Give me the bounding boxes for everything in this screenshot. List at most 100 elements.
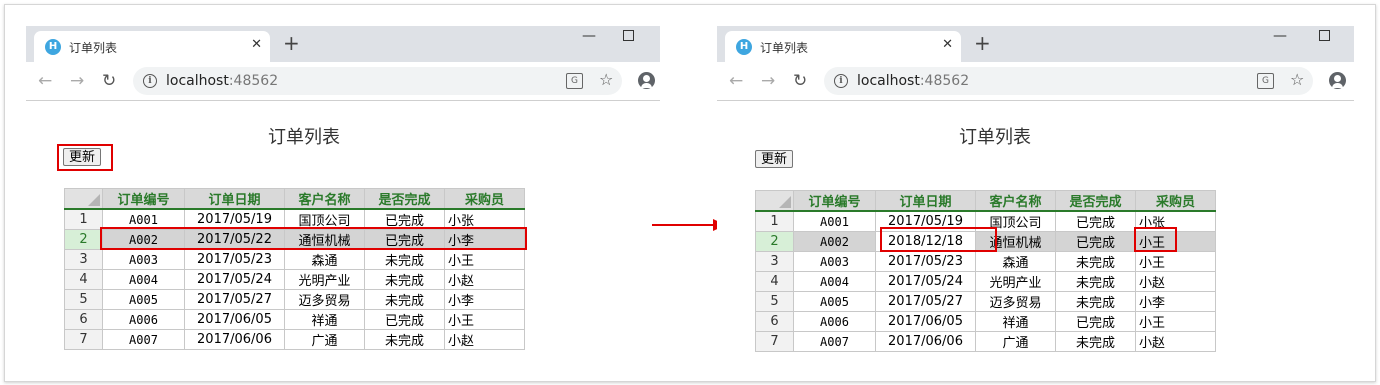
table-row[interactable]: 6 A006 2017/06/05 祥通 已完成 小王	[64, 309, 525, 330]
reload-icon[interactable]: ↻	[793, 71, 807, 91]
reload-icon[interactable]: ↻	[102, 71, 116, 91]
cell-order-id[interactable]: A001	[793, 210, 876, 232]
row-header[interactable]: 1	[755, 210, 794, 232]
cell-status[interactable]: 已完成	[364, 208, 445, 230]
cell-customer[interactable]: 光明产业	[975, 271, 1056, 292]
table-row[interactable]: 3 A003 2017/05/23 森通 未完成 小王	[755, 251, 1216, 272]
cell-buyer[interactable]: 小赵	[444, 329, 525, 350]
cell-buyer[interactable]: 小李	[444, 229, 525, 250]
info-icon[interactable]: i	[834, 74, 848, 88]
row-header[interactable]: 6	[755, 311, 794, 332]
cell-order-id[interactable]: A003	[102, 249, 185, 270]
table-row[interactable]: 1 A001 2017/05/19 国顶公司 已完成 小张	[64, 208, 525, 230]
cell-order-date[interactable]: 2017/06/05	[875, 311, 976, 332]
table-row[interactable]: 7 A007 2017/06/06 广通 未完成 小赵	[64, 329, 525, 350]
row-header[interactable]: 2	[755, 231, 794, 252]
cell-customer[interactable]: 光明产业	[284, 269, 365, 290]
col-header-order-id[interactable]: 订单编号	[793, 190, 876, 212]
cell-buyer[interactable]: 小赵	[444, 269, 525, 290]
cell-status[interactable]: 未完成	[1055, 251, 1136, 272]
update-button[interactable]: 更新	[63, 148, 101, 166]
row-header[interactable]: 2	[64, 229, 103, 250]
cell-customer[interactable]: 通恒机械	[284, 229, 365, 250]
address-bar[interactable]: i localhost:48562 G ☆	[133, 67, 622, 95]
cell-buyer[interactable]: 小王	[1135, 231, 1216, 252]
row-header[interactable]: 7	[64, 329, 103, 350]
cell-customer[interactable]: 森通	[284, 249, 365, 270]
cell-buyer[interactable]: 小李	[1135, 291, 1216, 312]
col-header-status[interactable]: 是否完成	[364, 188, 445, 210]
forward-icon[interactable]: →	[761, 71, 775, 91]
row-header[interactable]: 3	[64, 249, 103, 270]
cell-customer[interactable]: 祥通	[975, 311, 1056, 332]
table-row[interactable]: 3 A003 2017/05/23 森通 未完成 小王	[64, 249, 525, 270]
cell-order-id[interactable]: A003	[793, 251, 876, 272]
cell-order-id[interactable]: A007	[793, 331, 876, 352]
table-row[interactable]: 1 A001 2017/05/19 国顶公司 已完成 小张	[755, 210, 1216, 232]
cell-order-date[interactable]: 2017/05/23	[184, 249, 285, 270]
cell-status[interactable]: 未完成	[364, 329, 445, 350]
grid-corner[interactable]	[64, 188, 103, 210]
account-icon[interactable]	[1329, 72, 1346, 89]
col-header-order-id[interactable]: 订单编号	[102, 188, 185, 210]
cell-order-date[interactable]: 2017/05/27	[184, 289, 285, 310]
cell-order-date[interactable]: 2018/12/18	[875, 231, 976, 252]
cell-buyer[interactable]: 小王	[444, 249, 525, 270]
cell-status[interactable]: 未完成	[1055, 331, 1136, 352]
table-row-selected[interactable]: 2 A002 2017/05/22 通恒机械 已完成 小李	[64, 229, 525, 250]
cell-buyer[interactable]: 小张	[444, 208, 525, 230]
translate-icon[interactable]: G	[1257, 73, 1274, 89]
maximize-icon[interactable]	[623, 30, 634, 41]
row-header[interactable]: 6	[64, 309, 103, 330]
cell-order-date[interactable]: 2017/06/06	[875, 331, 976, 352]
cell-order-id[interactable]: A005	[102, 289, 185, 310]
minimize-icon[interactable]: —	[1273, 28, 1287, 44]
update-button[interactable]: 更新	[755, 150, 793, 168]
col-header-order-date[interactable]: 订单日期	[875, 190, 976, 212]
cell-customer[interactable]: 通恒机械	[975, 231, 1056, 252]
cell-order-id[interactable]: A002	[793, 231, 876, 252]
back-icon[interactable]: ←	[729, 71, 743, 91]
cell-customer[interactable]: 国顶公司	[975, 210, 1056, 232]
new-tab-icon[interactable]: +	[283, 33, 300, 53]
cell-order-date[interactable]: 2017/06/06	[184, 329, 285, 350]
cell-order-id[interactable]: A004	[793, 271, 876, 292]
row-header[interactable]: 4	[755, 271, 794, 292]
browser-tab[interactable]: H 订单列表 ✕	[725, 31, 961, 62]
cell-status[interactable]: 未完成	[1055, 271, 1136, 292]
table-row[interactable]: 4 A004 2017/05/24 光明产业 未完成 小赵	[64, 269, 525, 290]
col-header-buyer[interactable]: 采购员	[1135, 190, 1216, 212]
table-row[interactable]: 5 A005 2017/05/27 迈多贸易 未完成 小李	[755, 291, 1216, 312]
row-header[interactable]: 3	[755, 251, 794, 272]
account-icon[interactable]	[638, 72, 655, 89]
cell-buyer[interactable]: 小王	[1135, 311, 1216, 332]
col-header-buyer[interactable]: 采购员	[444, 188, 525, 210]
table-row[interactable]: 6 A006 2017/06/05 祥通 已完成 小王	[755, 311, 1216, 332]
cell-status[interactable]: 未完成	[364, 249, 445, 270]
back-icon[interactable]: ←	[38, 71, 52, 91]
table-row[interactable]: 4 A004 2017/05/24 光明产业 未完成 小赵	[755, 271, 1216, 292]
star-icon[interactable]: ☆	[599, 70, 613, 89]
cell-customer[interactable]: 祥通	[284, 309, 365, 330]
cell-customer[interactable]: 迈多贸易	[975, 291, 1056, 312]
new-tab-icon[interactable]: +	[974, 33, 991, 53]
cell-buyer[interactable]: 小张	[1135, 210, 1216, 232]
cell-buyer[interactable]: 小李	[444, 289, 525, 310]
cell-status[interactable]: 已完成	[1055, 231, 1136, 252]
cell-order-id[interactable]: A005	[793, 291, 876, 312]
cell-customer[interactable]: 广通	[284, 329, 365, 350]
close-icon[interactable]: ✕	[251, 37, 262, 52]
row-header[interactable]: 7	[755, 331, 794, 352]
info-icon[interactable]: i	[143, 74, 157, 88]
cell-order-id[interactable]: A006	[793, 311, 876, 332]
cell-order-id[interactable]: A002	[102, 229, 185, 250]
row-header[interactable]: 5	[64, 289, 103, 310]
grid-corner[interactable]	[755, 190, 794, 212]
cell-order-id[interactable]: A001	[102, 208, 185, 230]
cell-order-date[interactable]: 2017/05/24	[184, 269, 285, 290]
cell-order-id[interactable]: A006	[102, 309, 185, 330]
forward-icon[interactable]: →	[70, 71, 84, 91]
cell-order-date[interactable]: 2017/05/19	[875, 210, 976, 232]
order-grid[interactable]: 订单编号 订单日期 客户名称 是否完成 采购员 1 A001 2017/05/19 国…	[755, 190, 1216, 352]
cell-customer[interactable]: 森通	[975, 251, 1056, 272]
